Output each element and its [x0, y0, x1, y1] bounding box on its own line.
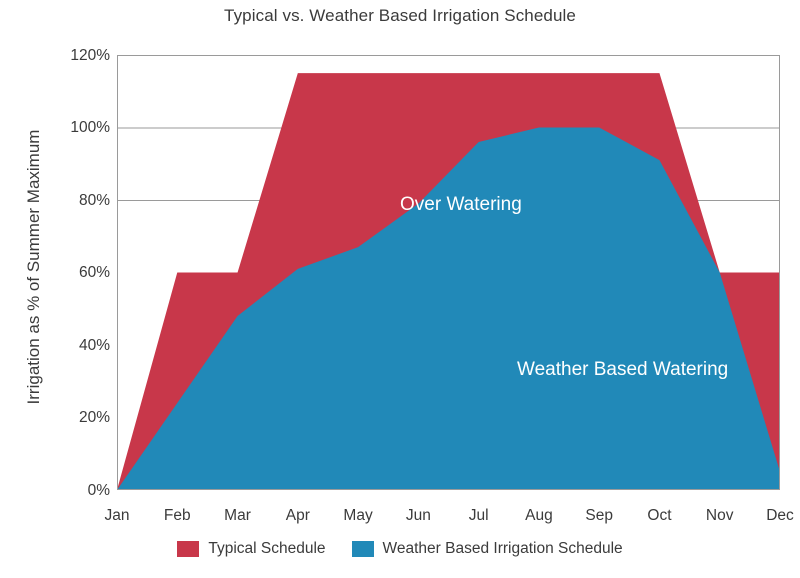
- legend-label: Weather Based Irrigation Schedule: [382, 540, 623, 558]
- x-tick-label: Jul: [468, 507, 489, 524]
- y-tick-label: 60%: [78, 264, 110, 281]
- x-tick-label: Apr: [285, 507, 310, 524]
- annotation-weather-based-watering: Weather Based Watering: [517, 359, 729, 380]
- x-tick-label: May: [343, 507, 373, 524]
- x-tick-label: Oct: [647, 507, 672, 524]
- plot-area: Over Watering Weather Based Watering: [117, 55, 780, 490]
- chart-legend: Typical Schedule Weather Based Irrigatio…: [0, 541, 800, 557]
- area-chart-svg: [117, 55, 780, 490]
- x-tick-label: Sep: [585, 507, 613, 524]
- x-tick-label: Jun: [405, 507, 431, 524]
- legend-swatch-icon: [177, 541, 200, 557]
- y-tick-label: 40%: [78, 337, 110, 354]
- y-axis-tick-labels: 120% 100% 80% 60% 40% 20% 0%: [38, 0, 110, 578]
- x-tick-label: Dec: [766, 507, 794, 524]
- y-tick-label: 120%: [70, 47, 110, 64]
- chart-container: Typical vs. Weather Based Irrigation Sch…: [0, 0, 800, 578]
- chart-title: Typical vs. Weather Based Irrigation Sch…: [224, 6, 576, 25]
- y-tick-label: 80%: [78, 192, 110, 209]
- legend-item-weather-based[interactable]: Weather Based Irrigation Schedule: [351, 540, 623, 558]
- x-tick-label: Feb: [163, 507, 191, 524]
- annotation-over-watering: Over Watering: [400, 194, 522, 215]
- y-tick-label: 0%: [87, 482, 110, 499]
- x-tick-label: Aug: [525, 507, 553, 524]
- y-tick-label: 100%: [70, 119, 110, 136]
- legend-label: Typical Schedule: [208, 540, 326, 558]
- x-axis-tick-labels: Jan Feb Mar Apr May Jun Jul Aug Sep Oct Nov Dec: [105, 507, 794, 532]
- x-tick-label: Mar: [224, 507, 251, 524]
- x-tick-label: Nov: [705, 507, 734, 524]
- y-tick-label: 20%: [78, 409, 110, 426]
- legend-swatch-icon: [351, 541, 374, 557]
- legend-item-typical-schedule[interactable]: Typical Schedule: [177, 540, 326, 558]
- x-tick-label: Jan: [104, 507, 130, 524]
